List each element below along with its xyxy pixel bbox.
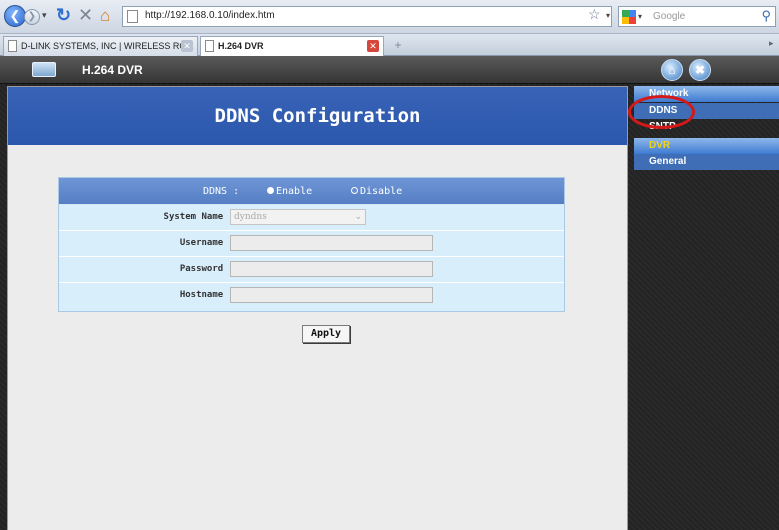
- star-icon[interactable]: ☆: [588, 6, 601, 23]
- search-input[interactable]: ▾ Google ⚲: [618, 6, 776, 27]
- tab-dvr[interactable]: H.264 DVR ✕: [200, 36, 384, 56]
- stop-icon[interactable]: ✕: [78, 5, 93, 26]
- tab-dlink[interactable]: D-LINK SYSTEMS, INC | WIRELESS RO... ✕: [3, 36, 198, 56]
- tab-title: D-LINK SYSTEMS, INC | WIRELESS RO...: [21, 41, 194, 51]
- username-label: Username :: [179, 238, 234, 248]
- tab-close-icon[interactable]: ✕: [181, 40, 193, 52]
- system-name-label: System Name :: [163, 212, 234, 222]
- url-text[interactable]: http://192.168.0.10/index.htm: [145, 10, 275, 21]
- history-dropdown-icon[interactable]: ▾: [42, 10, 47, 21]
- browser-toolbar: ❮ ❯ ▾ ↻ ✕ ⌂ http://192.168.0.10/index.ht…: [0, 0, 779, 34]
- tab-close-icon[interactable]: ✕: [367, 40, 379, 52]
- search-icon[interactable]: ⚲: [761, 8, 771, 24]
- config-panel: DDNS Configuration DDNS : Enable Disable…: [7, 86, 628, 530]
- system-name-row: System Name : dyndns ⌄: [59, 206, 564, 231]
- password-row: Password :: [59, 258, 564, 283]
- system-name-select[interactable]: dyndns ⌄: [230, 209, 366, 225]
- ddns-label: DDNS :: [203, 186, 240, 197]
- ddns-toggle-row: DDNS : Enable Disable: [59, 178, 564, 205]
- home-icon[interactable]: ⌂: [100, 6, 110, 26]
- tab-scroll-icon[interactable]: ▸: [769, 38, 779, 54]
- search-placeholder: Google: [653, 11, 686, 22]
- app-header: H.264 DVR ⌂ ✖: [0, 56, 779, 84]
- hostname-label: Hostname :: [179, 290, 234, 300]
- username-field[interactable]: [230, 235, 433, 251]
- search-engine-dropdown-icon[interactable]: ▾: [638, 12, 642, 21]
- page-banner: DDNS Configuration: [8, 87, 627, 145]
- ddns-form: DDNS : Enable Disable System Name : dynd…: [58, 177, 565, 312]
- tab-title: H.264 DVR: [218, 41, 264, 51]
- apply-button[interactable]: Apply: [302, 325, 350, 343]
- username-row: Username :: [59, 232, 564, 257]
- menu-general[interactable]: General: [634, 154, 779, 170]
- address-bar[interactable]: http://192.168.0.10/index.htm: [122, 6, 612, 27]
- disable-label: Disable: [360, 186, 403, 197]
- page-icon: [205, 40, 214, 52]
- logout-icon[interactable]: ✖: [689, 59, 711, 81]
- hostname-field[interactable]: [230, 287, 433, 303]
- google-icon[interactable]: [622, 10, 636, 24]
- highlight-circle: [628, 95, 695, 129]
- disable-radio[interactable]: Disable: [351, 186, 402, 197]
- dvr-logo-icon: [32, 62, 56, 77]
- bookmark-dropdown-icon[interactable]: ▾: [606, 11, 610, 20]
- enable-radio[interactable]: Enable: [267, 186, 312, 197]
- chevron-down-icon[interactable]: ⌄: [354, 211, 362, 222]
- hostname-row: Hostname :: [59, 284, 564, 309]
- tab-bar: D-LINK SYSTEMS, INC | WIRELESS RO... ✕ H…: [0, 34, 779, 56]
- home-button-icon[interactable]: ⌂: [661, 59, 683, 81]
- forward-icon[interactable]: ❯: [24, 9, 40, 25]
- enable-label: Enable: [276, 186, 313, 197]
- menu-dvr[interactable]: DVR: [634, 138, 779, 154]
- password-label: Password :: [179, 264, 234, 274]
- app-title: H.264 DVR: [82, 63, 143, 77]
- page-title: DDNS Configuration: [214, 105, 421, 127]
- reload-icon[interactable]: ↻: [56, 5, 71, 26]
- new-tab-button[interactable]: +: [388, 38, 408, 54]
- radio-button-icon[interactable]: [267, 187, 274, 194]
- radio-button-icon[interactable]: [351, 187, 358, 194]
- page-icon: [8, 40, 17, 52]
- system-name-value: dyndns: [234, 212, 267, 222]
- back-icon[interactable]: ❮: [4, 5, 26, 27]
- password-field[interactable]: [230, 261, 433, 277]
- page-icon: [127, 10, 138, 23]
